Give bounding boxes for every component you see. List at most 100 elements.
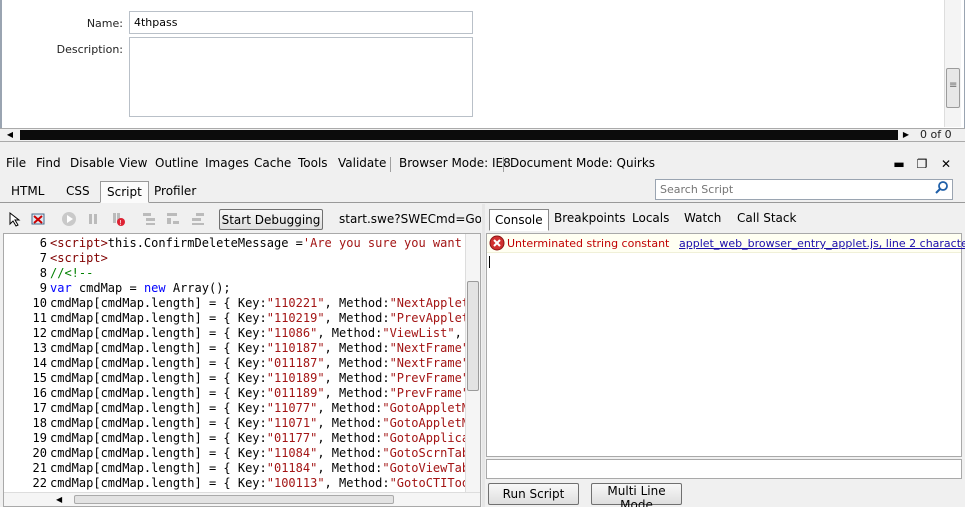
code-token: cmdMap[cmdMap.length] = { Key: [50, 461, 267, 475]
start-debugging-button[interactable]: Start Debugging [219, 209, 323, 230]
name-label: Name: [86, 17, 123, 30]
pane-splitter[interactable] [482, 204, 485, 507]
code-line: 6 <script>this.ConfirmDeleteMessage ='Are… [4, 236, 466, 251]
page-vertical-scrollbar[interactable] [944, 0, 961, 127]
code-vertical-scrollbar[interactable] [465, 234, 480, 492]
break-on-error-icon[interactable]: ! [110, 211, 126, 227]
close-icon[interactable]: ✕ [937, 155, 955, 173]
code-horizontal-scroll-thumb[interactable] [74, 495, 394, 504]
code-token: "110219" [266, 311, 325, 325]
line-number[interactable]: 14 [4, 356, 50, 371]
line-number[interactable]: 16 [4, 386, 50, 401]
code-token: <script> [50, 251, 108, 265]
line-number[interactable]: 15 [4, 371, 50, 386]
line-number[interactable]: 17 [4, 401, 50, 416]
code-line: 22 cmdMap[cmdMap.length] = { Key:"100113"… [4, 476, 466, 491]
code-token: "GotoAppletMe [382, 416, 466, 430]
line-number[interactable]: 7 [4, 251, 50, 266]
code-scroll-left-icon[interactable]: ◀ [56, 493, 62, 506]
menu-tools[interactable]: Tools [298, 156, 328, 170]
menu-view[interactable]: View [119, 156, 147, 170]
script-toolbar: ! Start Debugging start.swe?SWECmd=GotoV [0, 204, 483, 234]
code-token: <script> [50, 236, 108, 250]
code-vertical-scroll-thumb[interactable] [467, 281, 479, 391]
tab-script[interactable]: Script [100, 181, 149, 203]
line-number[interactable]: 10 [4, 296, 50, 311]
continue-icon[interactable] [61, 211, 77, 227]
code-token: "11071" [266, 416, 318, 430]
devtools-splitter[interactable] [0, 143, 965, 153]
tab-locals[interactable]: Locals [627, 207, 674, 231]
line-number[interactable]: 19 [4, 431, 50, 446]
code-token: new [143, 281, 166, 295]
tab-html[interactable]: HTML [5, 181, 50, 203]
menu-images[interactable]: Images [205, 156, 249, 170]
tab-console[interactable]: Console [489, 209, 549, 231]
break-all-icon[interactable] [85, 211, 101, 227]
line-number[interactable]: 8 [4, 266, 50, 281]
tab-breakpoints[interactable]: Breakpoints [549, 207, 630, 231]
description-textarea[interactable] [129, 37, 473, 117]
menu-disable[interactable]: Disable [70, 156, 115, 170]
code-line: 14 cmdMap[cmdMap.length] = { Key:"011187"… [4, 356, 466, 371]
code-token: "GotoApplicat [382, 431, 466, 445]
line-number[interactable]: 21 [4, 461, 50, 476]
code-token: cmdMap[cmdMap.length] = { Key: [50, 341, 267, 355]
line-number[interactable]: 20 [4, 446, 50, 461]
code-token: "01184" [266, 461, 318, 475]
tab-css[interactable]: CSS [60, 181, 96, 203]
step-over-icon[interactable] [165, 211, 181, 227]
search-icon[interactable] [934, 180, 950, 196]
line-number[interactable]: 22 [4, 476, 50, 491]
error-message: Unterminated string constant [507, 237, 670, 250]
page-horizontal-scrollbar[interactable]: ◀ ▶ 0 of 0 [0, 128, 965, 142]
line-number[interactable]: 13 [4, 341, 50, 356]
console-command-input[interactable] [486, 459, 962, 479]
menu-cache[interactable]: Cache [254, 156, 291, 170]
run-script-button[interactable]: Run Script [488, 483, 579, 505]
menu-browser-mode[interactable]: Browser Mode: IE8 [399, 156, 511, 170]
script-source-view[interactable]: 6 <script>this.ConfirmDeleteMessage ='Are… [3, 233, 481, 507]
code-line: 13 cmdMap[cmdMap.length] = { Key:"110187"… [4, 341, 466, 356]
code-token: , Method: [317, 401, 383, 415]
restore-window-icon[interactable]: ❐ [913, 155, 931, 173]
line-number[interactable]: 6 [4, 236, 50, 251]
code-token: "NextFrame" [389, 356, 466, 370]
menu-validate[interactable]: Validate [338, 156, 386, 170]
search-script-input[interactable] [655, 179, 953, 200]
scroll-left-arrow-icon[interactable]: ◀ [2, 129, 18, 141]
menu-outline[interactable]: Outline [155, 156, 198, 170]
multi-line-mode-button[interactable]: Multi Line Mode [591, 483, 682, 507]
code-horizontal-scrollbar[interactable]: ◀ [4, 492, 480, 506]
menu-document-mode[interactable]: Document Mode: Quirks [510, 156, 655, 170]
error-source-link[interactable]: applet_web_browser_entry_applet.js, line… [679, 237, 965, 250]
code-token: cmdMap[cmdMap.length] = { Key: [50, 311, 267, 325]
code-token: , Method: [317, 461, 383, 475]
select-element-icon[interactable] [7, 211, 23, 227]
line-number[interactable]: 9 [4, 281, 50, 296]
scroll-right-arrow-icon[interactable]: ▶ [898, 129, 914, 141]
code-line: 7 <script> [4, 251, 466, 266]
name-input[interactable] [129, 11, 473, 34]
clear-browser-cache-icon[interactable] [30, 211, 46, 227]
code-line: 20 cmdMap[cmdMap.length] = { Key:"11084",… [4, 446, 466, 461]
menu-file[interactable]: File [6, 156, 26, 170]
code-token: "11077" [266, 401, 318, 415]
code-token: "11084" [266, 446, 318, 460]
line-number[interactable]: 11 [4, 311, 50, 326]
code-token: "PrevFrame" [389, 386, 466, 400]
tab-watch[interactable]: Watch [679, 207, 726, 231]
script-file-selector[interactable]: start.swe?SWECmd=GotoV [339, 212, 481, 226]
code-line: 18 cmdMap[cmdMap.length] = { Key:"11071",… [4, 416, 466, 431]
pin-icon[interactable]: ▬ [890, 155, 908, 173]
step-out-icon[interactable] [190, 211, 206, 227]
menu-separator [390, 157, 391, 172]
tab-call-stack[interactable]: Call Stack [732, 207, 801, 231]
menu-find[interactable]: Find [36, 156, 61, 170]
step-into-icon[interactable] [141, 211, 157, 227]
line-number[interactable]: 18 [4, 416, 50, 431]
page-scroll-thumb[interactable] [946, 68, 960, 108]
tab-profiler[interactable]: Profiler [148, 181, 202, 203]
horizontal-scroll-track[interactable] [20, 130, 898, 140]
line-number[interactable]: 12 [4, 326, 50, 341]
